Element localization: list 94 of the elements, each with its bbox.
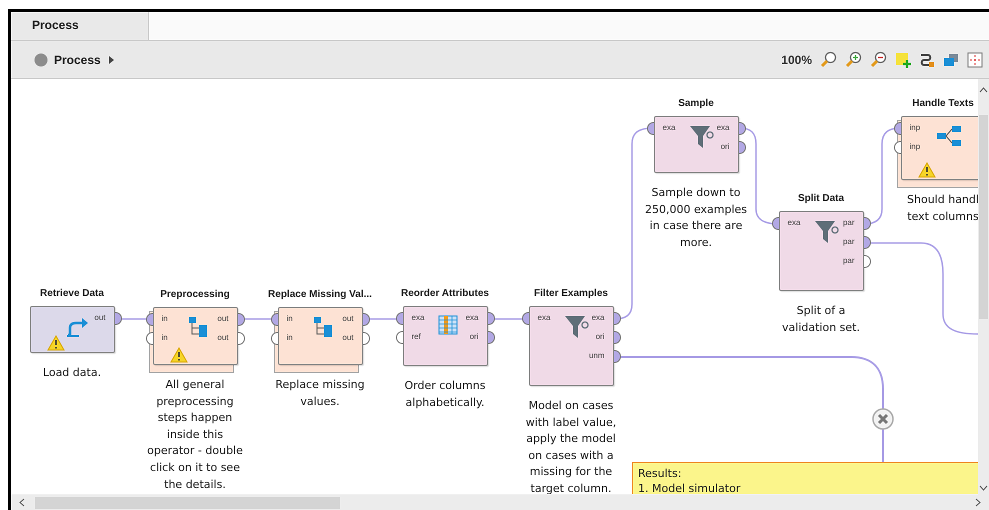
table-icon (438, 315, 458, 335)
operator-description: Replace missing values. (275, 377, 365, 410)
port-handle[interactable] (146, 332, 152, 345)
process-icon (34, 52, 48, 66)
port-label: out (342, 333, 354, 343)
port-handle[interactable] (270, 313, 278, 326)
port-handle[interactable] (894, 141, 900, 154)
port-label: exa (412, 313, 424, 323)
port-handle[interactable] (146, 313, 152, 326)
operator-title: Retrieve Data (40, 287, 104, 301)
port-label: exa (662, 123, 676, 133)
scroll-thumb[interactable] (35, 496, 340, 508)
port-label: out (217, 333, 228, 343)
breadcrumb-link[interactable]: Process (54, 52, 101, 66)
delete-icon[interactable] (872, 408, 894, 430)
port-label: exa (592, 313, 604, 323)
operator-node[interactable]: exa ref exa ori (402, 306, 488, 366)
operator-node[interactable]: in in out out (278, 307, 362, 365)
port-handle[interactable] (396, 331, 402, 344)
port-label: exa (716, 123, 730, 133)
funnel-icon (564, 315, 590, 339)
funnel-icon (688, 125, 714, 149)
operator-title: Sample (678, 97, 714, 111)
chevron-right-icon[interactable] (975, 498, 981, 507)
operator-node[interactable]: in in out out (152, 307, 238, 365)
port-label: exa (538, 313, 550, 323)
port-label: inp (910, 123, 920, 133)
operator-description: Load data. (42, 365, 102, 381)
port-label: ori (720, 142, 730, 152)
port-label: inp (910, 142, 920, 152)
zoom-in-icon[interactable] (845, 51, 862, 68)
port-label: unm (588, 351, 604, 361)
operator-node[interactable]: exa exa ori unm (528, 306, 614, 386)
zoom-level: 100% (781, 52, 812, 66)
operator-description: Model on cases with label value, apply the model on cases with a missing for the target column. (526, 398, 616, 494)
scroll-thumb[interactable] (979, 115, 988, 319)
port-label: in (286, 333, 293, 343)
tree-icon (312, 316, 332, 338)
chevron-up-icon[interactable] (979, 87, 988, 93)
operator-title: Split Data (798, 192, 844, 206)
chevron-down-icon[interactable] (979, 485, 988, 491)
triangle-icon[interactable] (108, 56, 114, 64)
zoom-out-icon[interactable] (870, 51, 887, 68)
add-note-icon[interactable] (895, 52, 911, 68)
operator-node[interactable]: exa exa ori (654, 116, 738, 173)
port-handle[interactable] (646, 122, 654, 135)
port-handle[interactable] (270, 332, 278, 345)
operator-title: Reorder Attributes (401, 287, 489, 301)
funnel-icon (814, 220, 840, 244)
port-label: in (162, 314, 168, 324)
operator-title: Handle Texts (912, 97, 974, 111)
operator-description: Sample down to 250,000 examples in case there are more. (644, 185, 748, 251)
warning-icon (918, 162, 936, 178)
operator-description: Order columns alphabetically. (404, 378, 486, 411)
horizontal-scrollbar[interactable] (11, 495, 989, 510)
port-label: in (162, 333, 168, 343)
operator-node[interactable]: exa par par par (778, 211, 864, 291)
port-label: ori (470, 332, 478, 342)
port-label: par (842, 256, 854, 266)
tree-icon (188, 316, 208, 338)
port-label: out (342, 314, 354, 324)
layers-icon[interactable] (943, 52, 959, 68)
operator-title: Replace Missing Val... (268, 288, 372, 302)
arrow-icon (64, 315, 90, 337)
port-handle[interactable] (772, 217, 778, 230)
operator-description: Should handl text columns (907, 192, 978, 225)
operator-description: All general preprocessing steps happen inside this operator - double click on it to see the details. (147, 377, 243, 493)
note-text: Results: 1. Model simulator (638, 466, 742, 494)
port-label: exa (788, 218, 800, 228)
warning-icon (46, 335, 64, 351)
port-label: par (842, 237, 854, 247)
operator-node[interactable]: out (30, 306, 114, 353)
zoom-reset-icon[interactable] (820, 51, 837, 68)
fit-icon[interactable] (967, 52, 983, 68)
process-tab[interactable]: Process (11, 12, 149, 40)
port-label: ori (596, 332, 604, 342)
operator-title: Preprocessing (160, 288, 230, 302)
port-handle[interactable] (396, 312, 402, 325)
port-handle[interactable] (894, 122, 900, 135)
port-label: in (286, 314, 293, 324)
plug-icon[interactable] (919, 52, 935, 68)
warning-icon (170, 347, 188, 363)
port-handle[interactable] (522, 312, 528, 325)
port-label: out (217, 314, 228, 324)
branch-icon (936, 125, 962, 147)
port-label: ref (412, 332, 421, 342)
operator-node[interactable]: inp inp (900, 116, 978, 180)
port-label: exa (466, 313, 478, 323)
operator-title: Filter Examples (534, 287, 608, 301)
chevron-left-icon[interactable] (19, 498, 25, 507)
vertical-scrollbar[interactable] (978, 79, 989, 495)
port-label: out (94, 313, 106, 323)
port-label: par (842, 218, 854, 228)
operator-description: Split of a validation set. (782, 303, 860, 336)
